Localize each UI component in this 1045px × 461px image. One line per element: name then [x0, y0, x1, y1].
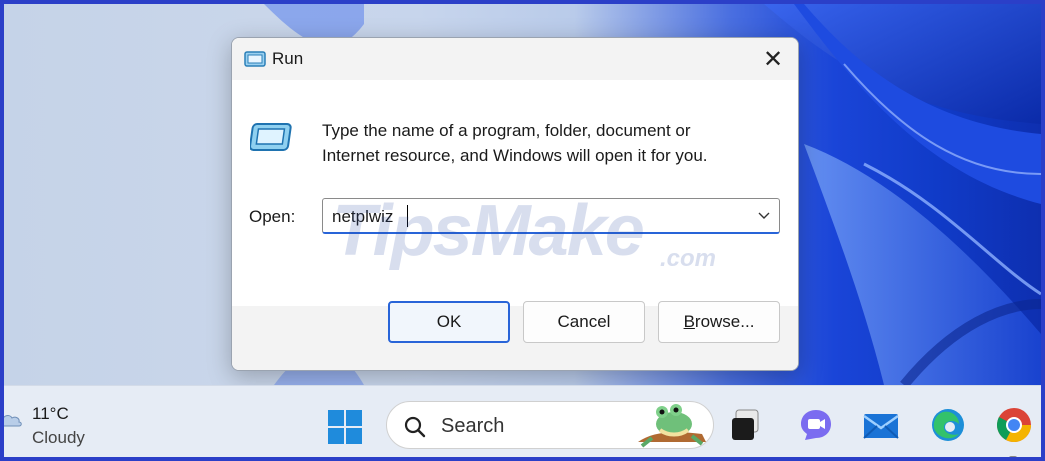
search-icon	[404, 416, 426, 438]
open-combobox[interactable]: netplwiz	[322, 198, 780, 234]
browse-label-rest: rowse...	[694, 312, 755, 331]
run-program-icon	[250, 123, 292, 151]
ok-button[interactable]: OK	[388, 301, 510, 343]
dialog-body: Type the name of a program, folder, docu…	[232, 80, 798, 306]
browse-button[interactable]: Browse...	[658, 301, 780, 343]
run-dialog: Run ✕ Type the name of a program, folder…	[231, 37, 799, 371]
edge-icon[interactable]	[929, 406, 967, 444]
text-caret	[407, 205, 408, 227]
browse-button-label: Browse...	[684, 312, 755, 332]
open-input-value[interactable]: netplwiz	[332, 207, 393, 227]
taskbar: 11°C Cloudy Search	[4, 385, 1041, 457]
description-line-1: Type the name of a program, folder, docu…	[322, 121, 691, 140]
close-button[interactable]: ✕	[748, 38, 798, 80]
dialog-title: Run	[272, 49, 304, 68]
teams-chat-icon[interactable]	[797, 406, 835, 444]
mail-icon[interactable]	[862, 406, 900, 444]
dialog-description: Type the name of a program, folder, docu…	[322, 118, 762, 168]
dialog-titlebar[interactable]: Run ✕	[232, 38, 798, 80]
frog-highlight-icon	[638, 404, 706, 448]
run-app-icon	[244, 51, 266, 67]
search-placeholder: Search	[441, 415, 505, 437]
chrome-icon[interactable]	[995, 406, 1033, 444]
ok-button-label: OK	[436, 312, 462, 331]
description-line-2: Internet resource, and Windows will open…	[322, 146, 708, 165]
cancel-button[interactable]: Cancel	[523, 301, 645, 343]
screenshot-frame: Run ✕ Type the name of a program, folder…	[0, 0, 1045, 461]
browse-accelerator: B	[683, 312, 695, 331]
watermark-suffix: .com	[660, 245, 717, 272]
start-icon[interactable]	[326, 408, 364, 446]
running-indicator	[1009, 456, 1017, 457]
task-view-icon[interactable]	[730, 406, 768, 444]
weather-condition: Cloudy	[32, 428, 85, 447]
cloud-icon	[4, 415, 22, 427]
open-label: Open:	[249, 207, 296, 226]
weather-temperature: 11°C	[32, 404, 69, 423]
cancel-button-label: Cancel	[557, 312, 611, 331]
chevron-down-icon[interactable]	[757, 208, 771, 222]
taskbar-search-box[interactable]: Search	[386, 401, 714, 449]
close-icon: ✕	[762, 45, 784, 73]
